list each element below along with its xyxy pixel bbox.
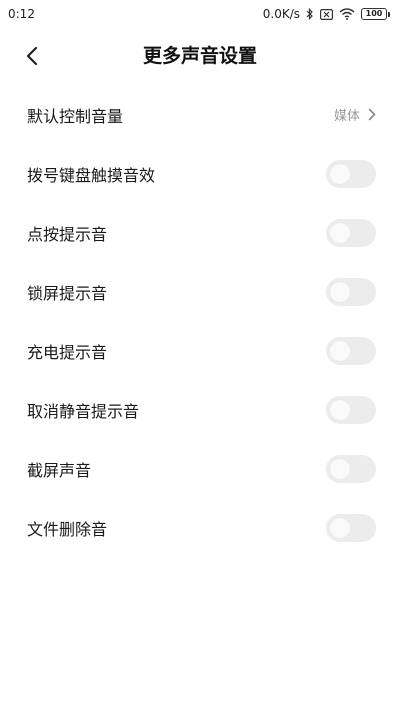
wifi-icon [339,8,355,20]
toggle-knob [330,399,350,420]
file-delete-sound-row: 文件删除音 [0,498,400,557]
tap-sound-toggle[interactable] [326,218,376,247]
screenshot-sound-label: 截屏声音 [27,460,92,480]
charging-sound-label: 充电提示音 [27,342,108,362]
lock-screen-sound-row: 锁屏提示音 [0,262,400,321]
lock-screen-sound-label: 锁屏提示音 [27,283,108,303]
default-volume-value: 媒体 [333,109,360,124]
header: 更多声音设置 [0,34,400,78]
settings-list: 默认控制音量 媒体 拨号键盘触摸音效 点按提示音 锁屏提示音 充电提示音 取消静… [0,85,400,557]
dialpad-touch-sound-row: 拨号键盘触摸音效 [0,144,400,203]
status-time: 0:12 [8,7,35,21]
toggle-knob [330,517,350,538]
status-icons: 0.0K/s 100 [263,7,390,21]
battery-icon: 100 [361,8,390,20]
file-delete-sound-label: 文件删除音 [27,519,108,539]
screenshot-sound-toggle[interactable] [326,454,376,483]
charging-sound-toggle[interactable] [326,336,376,365]
toggle-knob [330,458,350,479]
charging-sound-row: 充电提示音 [0,321,400,380]
toggle-knob [330,340,350,361]
dialpad-touch-sound-toggle[interactable] [326,159,376,188]
battery-level: 100 [365,9,383,18]
unmute-sound-toggle[interactable] [326,395,376,424]
tap-sound-row: 点按提示音 [0,203,400,262]
dialpad-touch-sound-label: 拨号键盘触摸音效 [27,165,156,185]
chevron-right-icon [368,108,376,121]
tap-sound-label: 点按提示音 [27,224,108,244]
file-delete-sound-toggle[interactable] [326,513,376,542]
page-title: 更多声音设置 [142,45,257,67]
default-volume-row[interactable]: 默认控制音量 媒体 [0,85,400,144]
toggle-knob [330,222,350,243]
default-volume-label: 默认控制音量 [27,106,124,126]
status-bar: 0:12 0.0K/s 100 [0,0,400,28]
sim-disabled-icon [320,8,333,20]
toggle-knob [330,281,350,302]
unmute-sound-row: 取消静音提示音 [0,380,400,439]
bluetooth-icon [306,8,314,20]
toggle-knob [330,163,350,184]
lock-screen-sound-toggle[interactable] [326,277,376,306]
unmute-sound-label: 取消静音提示音 [27,401,140,421]
network-speed: 0.0K/s [262,7,300,21]
screenshot-sound-row: 截屏声音 [0,439,400,498]
